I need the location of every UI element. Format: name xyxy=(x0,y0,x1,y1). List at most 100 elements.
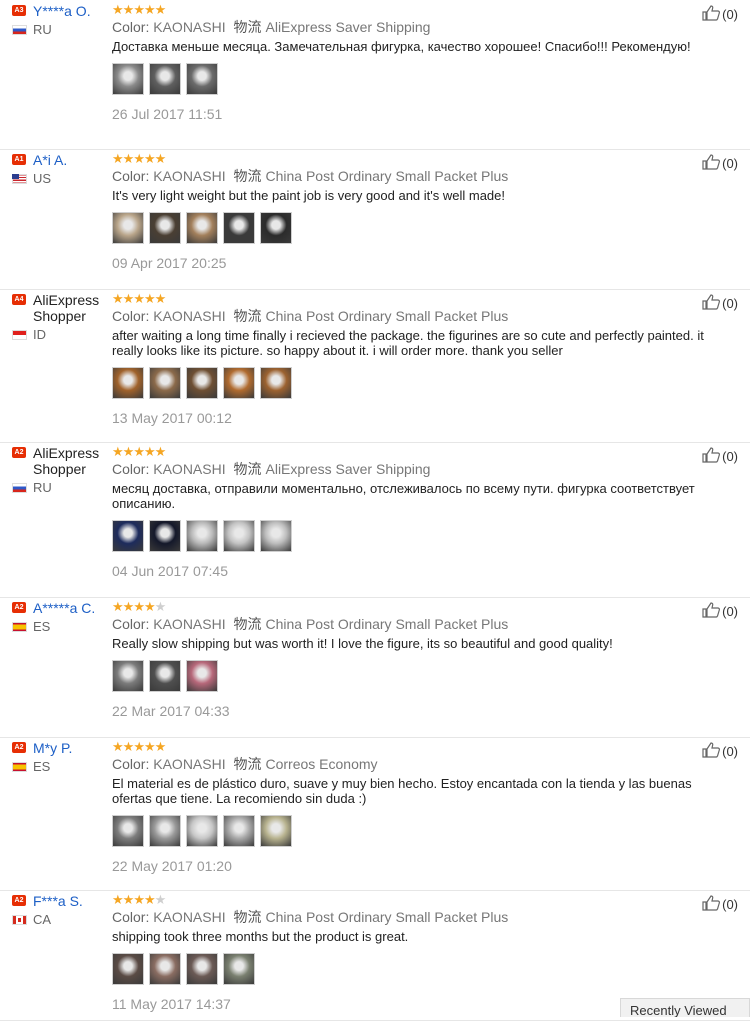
star-rating: ★ ★ ★ ★ ★ xyxy=(112,292,712,306)
helpful-button[interactable]: (0) xyxy=(702,895,738,914)
review-text: It's very light weight but the paint job… xyxy=(112,188,506,203)
star-rating: ★ ★ ★ ★ ★ xyxy=(112,3,712,17)
ca-flag-icon xyxy=(12,914,27,925)
recently-viewed-tab[interactable]: Recently Viewed xyxy=(620,998,750,1017)
thumbs-up-icon[interactable] xyxy=(702,742,722,761)
review-photo-thumbnail[interactable] xyxy=(149,520,181,552)
color-label: Color: xyxy=(112,616,150,632)
review-photo-thumbnail[interactable] xyxy=(149,953,181,985)
star-filled-icon: ★ xyxy=(133,2,145,17)
reviewer-country: RU xyxy=(12,22,112,37)
review-photo-thumbnail[interactable] xyxy=(112,520,144,552)
thumbs-up-icon[interactable] xyxy=(702,895,722,914)
reviewer-info: A2 AliExpress Shopper RU xyxy=(12,445,112,495)
star-filled-icon: ★ xyxy=(143,151,156,166)
star-filled-icon: ★ xyxy=(143,291,156,306)
star-filled-icon: ★ xyxy=(133,599,145,614)
review-photo-thumbnail[interactable] xyxy=(260,520,292,552)
review-photo-thumbnail[interactable] xyxy=(112,212,144,244)
review-photo-thumbnail[interactable] xyxy=(149,367,181,399)
star-filled-icon: ★ xyxy=(112,2,124,17)
review-text: shipping took three months but the produ… xyxy=(112,929,409,944)
review-photo-thumbnail[interactable] xyxy=(260,212,292,244)
reviewer-name[interactable]: A*i A. xyxy=(33,152,67,168)
reviewer-name[interactable]: M*y P. xyxy=(33,740,72,756)
review-text: El material es de plástico duro, suave y… xyxy=(112,776,692,806)
review-photo-thumbnail[interactable] xyxy=(260,367,292,399)
shipping-method: China Post Ordinary Small Packet Plus xyxy=(265,909,509,925)
review-item: A3 Y****a O. RU ★ ★ ★ ★ ★ Color: KAONASHI 物流 AliE… xyxy=(0,0,750,150)
helpful-button[interactable]: (0) xyxy=(702,154,738,173)
helpful-count: (0) xyxy=(722,449,738,464)
reviewer-name-line: A2 M*y P. xyxy=(12,740,112,756)
review-photos xyxy=(112,520,712,552)
shipping-method: AliExpress Saver Shipping xyxy=(265,19,431,35)
reviewer-country: ES xyxy=(12,759,112,774)
star-rating: ★ ★ ★ ★ ★ xyxy=(112,152,712,166)
review-photo-thumbnail[interactable] xyxy=(186,953,218,985)
color-label: Color: xyxy=(112,19,150,35)
color-label: Color: xyxy=(112,168,150,184)
star-filled-icon: ★ xyxy=(122,2,135,17)
review-photo-thumbnail[interactable] xyxy=(149,815,181,847)
reviewer-name: AliExpress Shopper xyxy=(33,445,100,477)
star-filled-icon: ★ xyxy=(154,151,167,166)
review-photo-thumbnail[interactable] xyxy=(112,815,144,847)
order-info: Color: KAONASHI 物流 Correos Economy xyxy=(112,755,712,773)
logistics-label: 物流 xyxy=(233,756,262,772)
reviewer-name-line: A3 Y****a O. xyxy=(12,3,112,19)
review-date: 13 May 2017 00:12 xyxy=(112,410,232,426)
star-filled-icon: ★ xyxy=(122,892,135,907)
buyer-level-badge: A2 xyxy=(12,742,26,753)
thumbs-up-icon[interactable] xyxy=(702,5,722,24)
reviewer-name-line: A4 AliExpress Shopper xyxy=(12,292,112,324)
review-content: ★ ★ ★ ★ ★ Color: KAONASHI 物流 China Post Ordina… xyxy=(112,600,712,720)
reviewer-country: CA xyxy=(12,912,112,927)
review-photo-thumbnail[interactable] xyxy=(149,660,181,692)
helpful-count: (0) xyxy=(722,897,738,912)
review-photo-thumbnail[interactable] xyxy=(112,63,144,95)
review-photo-thumbnail[interactable] xyxy=(186,63,218,95)
country-code: RU xyxy=(33,22,52,37)
reviewer-info: A1 A*i A. US xyxy=(12,152,112,186)
helpful-button[interactable]: (0) xyxy=(702,294,738,313)
star-filled-icon: ★ xyxy=(154,444,167,459)
thumbs-up-icon[interactable] xyxy=(702,602,722,621)
reviewer-name[interactable]: A*****a C. xyxy=(33,600,95,616)
helpful-button[interactable]: (0) xyxy=(702,5,738,24)
star-filled-icon: ★ xyxy=(112,444,124,459)
review-photo-thumbnail[interactable] xyxy=(223,212,255,244)
shipping-method: AliExpress Saver Shipping xyxy=(265,461,431,477)
review-photo-thumbnail[interactable] xyxy=(223,953,255,985)
star-rating: ★ ★ ★ ★ ★ xyxy=(112,445,712,459)
review-photos xyxy=(112,367,712,399)
review-photo-thumbnail[interactable] xyxy=(112,660,144,692)
review-photo-thumbnail[interactable] xyxy=(112,953,144,985)
review-photo-thumbnail[interactable] xyxy=(260,815,292,847)
review-photo-thumbnail[interactable] xyxy=(149,212,181,244)
review-photo-thumbnail[interactable] xyxy=(112,367,144,399)
color-label: Color: xyxy=(112,308,150,324)
reviewer-name[interactable]: F***a S. xyxy=(33,893,83,909)
review-item: A2 AliExpress Shopper RU ★ ★ ★ ★ ★ Color: KAONAS… xyxy=(0,442,750,598)
color-value: KAONASHI xyxy=(153,19,226,35)
review-photo-thumbnail[interactable] xyxy=(186,212,218,244)
review-photo-thumbnail[interactable] xyxy=(186,520,218,552)
thumbs-up-icon[interactable] xyxy=(702,447,722,466)
review-photo-thumbnail[interactable] xyxy=(223,367,255,399)
thumbs-up-icon[interactable] xyxy=(702,294,722,313)
review-photo-thumbnail[interactable] xyxy=(186,660,218,692)
review-photo-thumbnail[interactable] xyxy=(149,63,181,95)
review-photo-thumbnail[interactable] xyxy=(223,815,255,847)
helpful-button[interactable]: (0) xyxy=(702,447,738,466)
review-photo-thumbnail[interactable] xyxy=(186,815,218,847)
helpful-button[interactable]: (0) xyxy=(702,742,738,761)
review-photo-thumbnail[interactable] xyxy=(186,367,218,399)
logistics-label: 物流 xyxy=(233,308,262,324)
thumbs-up-icon[interactable] xyxy=(702,154,722,173)
review-item: A1 A*i A. US ★ ★ ★ ★ ★ Color: KAONASHI 物流 China P… xyxy=(0,149,750,290)
color-value: KAONASHI xyxy=(153,168,226,184)
reviewer-name[interactable]: Y****a O. xyxy=(33,3,91,19)
helpful-button[interactable]: (0) xyxy=(702,602,738,621)
review-photo-thumbnail[interactable] xyxy=(223,520,255,552)
